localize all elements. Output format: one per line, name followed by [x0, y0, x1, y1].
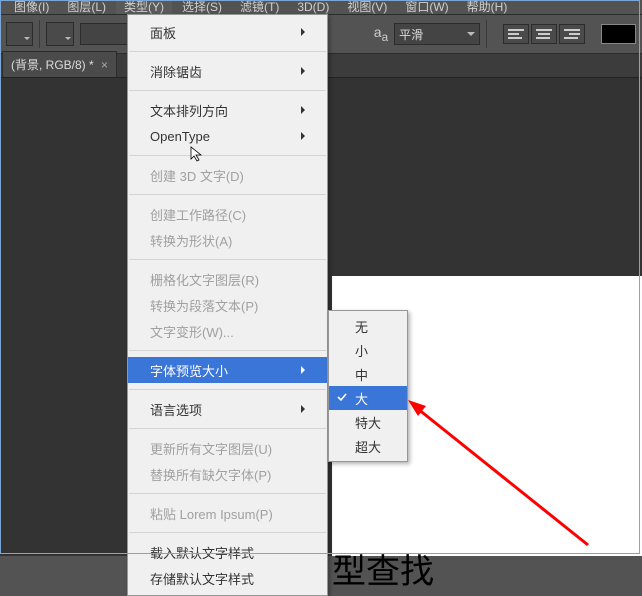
menu-separator [129, 428, 326, 429]
submenu-item-none[interactable]: 无 [329, 314, 407, 338]
align-center-button[interactable] [531, 24, 557, 44]
antialias-value: 平滑 [399, 26, 423, 43]
menu-item-rasterize: 栅格化文字图层(R) [128, 266, 327, 292]
menu-item-textdir[interactable]: 文本排列方向 [128, 97, 327, 123]
menu-item-workpath: 创建工作路径(C) [128, 201, 327, 227]
menu-filter[interactable]: 滤镜(T) [232, 0, 287, 14]
submenu-item-xxlarge[interactable]: 超大 [329, 434, 407, 458]
align-right-button[interactable] [559, 24, 585, 44]
menu-separator [129, 259, 326, 260]
submenu-item-xlarge[interactable]: 特大 [329, 410, 407, 434]
menu-item-replacemissing: 替换所有缺欠字体(P) [128, 461, 327, 487]
submenu-item-medium[interactable]: 中 [329, 362, 407, 386]
submenu-item-small[interactable]: 小 [329, 338, 407, 362]
menu-item-create3d: 创建 3D 文字(D) [128, 162, 327, 188]
menu-type[interactable]: 类型(Y) [116, 0, 172, 14]
chevron-right-icon [301, 132, 309, 140]
chevron-right-icon [301, 67, 309, 75]
menu-item-fontpreview[interactable]: 字体预览大小 [128, 357, 327, 383]
menu-separator [129, 350, 326, 351]
separator [39, 20, 40, 48]
menu-image[interactable]: 图像(I) [6, 0, 57, 14]
menu-item-updatelayers: 更新所有文字图层(U) [128, 435, 327, 461]
text-color-swatch[interactable] [601, 24, 636, 44]
menu-item-toparagraph: 转换为段落文本(P) [128, 292, 327, 318]
document-text: 型查找 [332, 544, 434, 593]
menu-item-language[interactable]: 语言选项 [128, 396, 327, 422]
chevron-right-icon [301, 366, 309, 374]
close-icon[interactable]: × [101, 58, 108, 72]
menu-separator [129, 493, 326, 494]
menu-separator [129, 389, 326, 390]
menu-item-lorem: 粘贴 Lorem Ipsum(P) [128, 500, 327, 526]
menu-layer[interactable]: 图层(L) [59, 0, 114, 14]
align-left-button[interactable] [503, 24, 529, 44]
menu-separator [129, 194, 326, 195]
menu-item-loaddefault[interactable]: 载入默认文字样式 [128, 539, 327, 565]
menu-select[interactable]: 选择(S) [174, 0, 230, 14]
menu-item-warp: 文字变形(W)... [128, 318, 327, 344]
main-menubar: 图像(I) 图层(L) 类型(Y) 选择(S) 滤镜(T) 3D(D) 视图(V… [0, 0, 642, 14]
tab-title: (背景, RGB/8) * [11, 58, 94, 72]
menu-separator [129, 51, 326, 52]
antialias-dropdown[interactable]: 平滑 [394, 23, 480, 45]
text-orientation-toggle[interactable] [46, 22, 73, 46]
chevron-right-icon [301, 405, 309, 413]
type-menu-dropdown: 面板 消除锯齿 文本排列方向 OpenType 创建 3D 文字(D) 创建工作… [127, 14, 328, 596]
menu-separator [129, 90, 326, 91]
separator [486, 20, 487, 48]
chevron-right-icon [301, 28, 309, 36]
document-tab[interactable]: (背景, RGB/8) * × [2, 51, 117, 77]
check-icon [336, 391, 348, 406]
font-preview-size-submenu: 无 小 中 大 特大 超大 [328, 310, 408, 462]
chevron-right-icon [301, 106, 309, 114]
menu-view[interactable]: 视图(V) [339, 0, 395, 14]
menu-3d[interactable]: 3D(D) [289, 0, 337, 14]
menu-separator [129, 155, 326, 156]
menu-item-opentype[interactable]: OpenType [128, 123, 327, 149]
submenu-item-large[interactable]: 大 [329, 386, 407, 410]
menu-item-panel[interactable]: 面板 [128, 19, 327, 45]
chevron-down-icon [467, 32, 475, 40]
menu-item-antialias[interactable]: 消除锯齿 [128, 58, 327, 84]
menu-item-toshape: 转换为形状(A) [128, 227, 327, 253]
menu-separator [129, 532, 326, 533]
menu-help[interactable]: 帮助(H) [459, 0, 516, 14]
text-align-group [503, 24, 585, 44]
tool-preset-dropdown[interactable] [6, 22, 33, 46]
antialias-label: aa [374, 24, 388, 44]
menu-item-savedefault[interactable]: 存储默认文字样式 [128, 565, 327, 591]
menu-window[interactable]: 窗口(W) [397, 0, 456, 14]
